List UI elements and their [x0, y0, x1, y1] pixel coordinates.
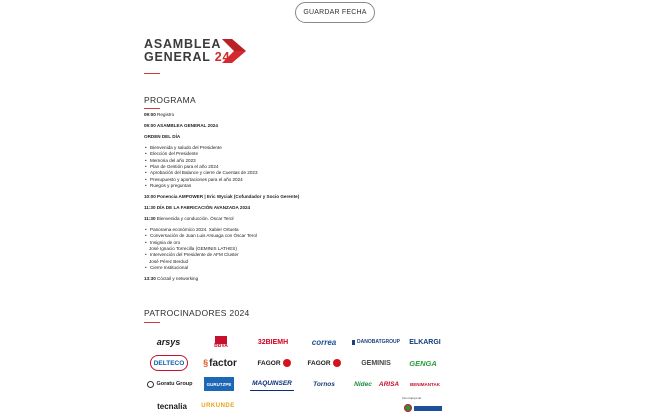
sponsor-logo: tecnalia — [157, 401, 187, 411]
sponsor-logo: FAGOR — [304, 356, 344, 370]
divider — [144, 322, 160, 323]
dia-list: Panorama económico 2024. Xabier Ortueta … — [144, 227, 474, 247]
sponsor-logo: DELTECO — [150, 355, 188, 371]
sponsor-logo: 32BIEMH — [257, 338, 289, 346]
list-item: Ruegos y preguntas — [145, 183, 474, 190]
sponsor-logo: URKUNDE — [201, 403, 235, 409]
sponsors-title: PATROCINADORES 2024 — [144, 308, 250, 318]
orden-list: Bienvenida y saludo del Presidente Elecc… — [144, 145, 474, 190]
sponsor-logo: Goratu Group — [146, 377, 194, 391]
support-label: Con el apoyo de: — [402, 396, 422, 400]
sponsor-logo: GEMINIS — [361, 359, 391, 367]
list-item: Intervención del Presidente de AFM Clust… — [145, 252, 474, 259]
sponsor-logo: arsys — [156, 337, 181, 347]
sponsor-logo: correa — [311, 337, 337, 347]
list-item: Insignia de oro — [145, 240, 474, 247]
asamblea-logo: ASAMBLEA GENERAL 24 — [144, 38, 254, 66]
sponsor-logo: GENGA — [409, 358, 437, 368]
chevron-arrow-icon — [222, 39, 246, 63]
sponsor-logo: ELKARGI — [409, 338, 441, 346]
sponsor-logo: FAGOR — [254, 356, 294, 370]
divider — [144, 73, 160, 74]
logo-line2: GENERAL 24 — [144, 51, 230, 64]
sponsor-logo: BBVA — [201, 334, 241, 350]
cocktail-line: 13:30 Cóctail y networking — [144, 276, 199, 282]
basque-government-logo — [404, 402, 444, 414]
sponsor-logo: § factor — [203, 357, 237, 369]
list-item: Cierre Institucional — [145, 265, 474, 272]
sponsor-logo: Nidec — [354, 380, 372, 388]
logo-general: GENERAL — [144, 50, 211, 64]
sponsor-logo: ARISA — [378, 380, 400, 388]
programa-content: 09:00 Registro 09:00 ASAMBLEA GENERAL 20… — [144, 112, 474, 283]
programa-title: PROGRAMA — [144, 95, 196, 105]
sponsor-logo: DANOBATGROUP — [352, 335, 400, 349]
save-date-button[interactable]: GUARDAR FECHA — [295, 2, 375, 23]
sponsor-logo: GURUTZPE — [204, 377, 234, 391]
sponsors-grid: arsys BBVA 32BIEMH correa DANOBATGROUP E… — [146, 333, 446, 419]
dia-list-3: Cierre Institucional — [144, 265, 474, 272]
sponsor-logo: MAQUINSER — [250, 377, 294, 391]
sponsor-logo: Tornos — [313, 380, 335, 388]
dia-list-2: Intervención del Presidente de AFM Clust… — [144, 252, 474, 259]
sponsor-logo: BENIMANTAK — [410, 381, 440, 387]
divider — [144, 108, 160, 109]
